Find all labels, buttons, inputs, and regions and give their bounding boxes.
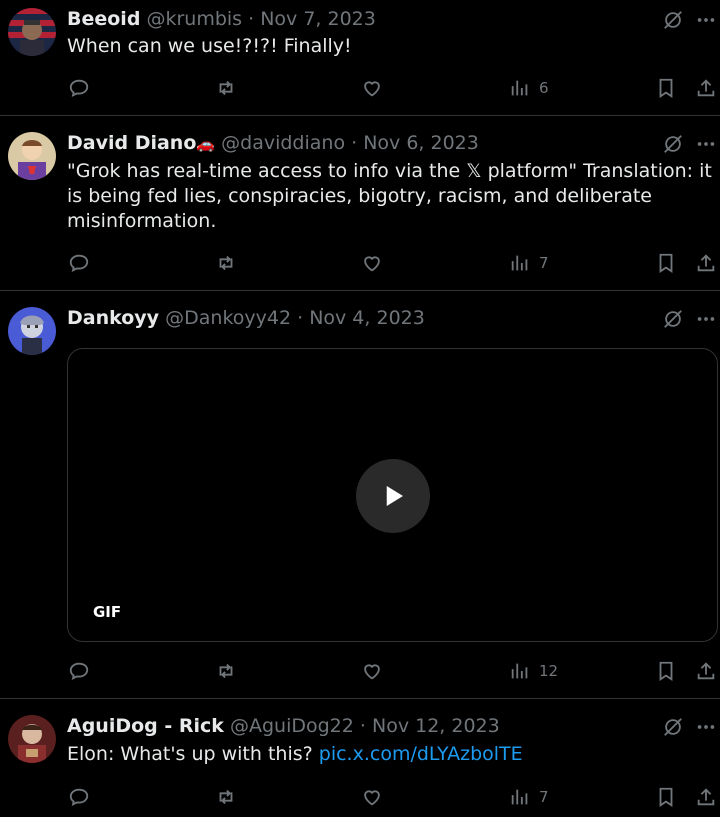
share-icon <box>697 662 715 680</box>
reply-button[interactable] <box>68 785 90 809</box>
more-icon[interactable] <box>695 716 717 738</box>
reply-icon <box>69 662 89 681</box>
timestamp[interactable]: Nov 12, 2023 <box>372 715 500 737</box>
like-button[interactable] <box>361 659 383 683</box>
timestamp[interactable]: Nov 4, 2023 <box>309 307 425 329</box>
gif-media[interactable]: GIF <box>67 348 718 642</box>
grok-icon[interactable] <box>662 716 684 738</box>
action-bar: 7 <box>0 785 720 809</box>
views-icon <box>511 789 528 805</box>
avatar[interactable] <box>8 715 56 763</box>
views-icon <box>511 663 528 679</box>
views-button[interactable]: 7 <box>509 785 549 809</box>
repost-icon <box>219 663 233 679</box>
views-count: 12 <box>539 662 559 680</box>
separator: · <box>291 307 310 329</box>
display-name[interactable]: AguiDog - Rick <box>67 715 224 737</box>
separator: · <box>353 715 372 737</box>
grok-icon[interactable] <box>662 308 684 330</box>
action-bar: 12 <box>0 659 720 683</box>
share-icon <box>697 788 715 806</box>
share-button[interactable] <box>695 785 717 809</box>
handle[interactable]: @AguiDog22 <box>230 715 354 737</box>
repost-button[interactable] <box>215 785 237 809</box>
bookmark-button[interactable] <box>655 785 677 809</box>
views-count: 7 <box>539 788 549 806</box>
share-button[interactable] <box>695 659 717 683</box>
bookmark-button[interactable] <box>655 659 677 683</box>
heart-icon <box>364 790 380 806</box>
bookmark-icon <box>659 661 673 681</box>
tweet[interactable]: AguiDog - Rick @AguiDog22 · Nov 12, 2023… <box>0 699 720 817</box>
views-button[interactable]: 12 <box>509 659 558 683</box>
heart-icon <box>364 664 380 680</box>
avatar[interactable] <box>8 307 56 355</box>
tweet[interactable]: Dankoyy @Dankoyy42 · Nov 4, 2023 GIF 12 <box>0 0 720 698</box>
gif-badge: GIF <box>93 603 122 621</box>
reply-icon <box>69 788 89 807</box>
tweet-link[interactable]: pic.x.com/dLYAzbolTE <box>319 743 523 765</box>
more-icon[interactable] <box>695 308 717 330</box>
display-name[interactable]: Dankoyy <box>67 307 159 329</box>
play-icon <box>386 486 403 506</box>
like-button[interactable] <box>361 785 383 809</box>
handle[interactable]: @Dankoyy42 <box>165 307 291 329</box>
bookmark-icon <box>659 787 673 807</box>
repost-icon <box>219 789 233 805</box>
reply-button[interactable] <box>68 659 90 683</box>
tweet-text-content: Elon: What's up with this? <box>67 743 319 765</box>
play-button[interactable] <box>356 459 430 533</box>
tweet-text: Elon: What's up with this? pic.x.com/dLY… <box>67 742 714 767</box>
repost-button[interactable] <box>215 659 237 683</box>
